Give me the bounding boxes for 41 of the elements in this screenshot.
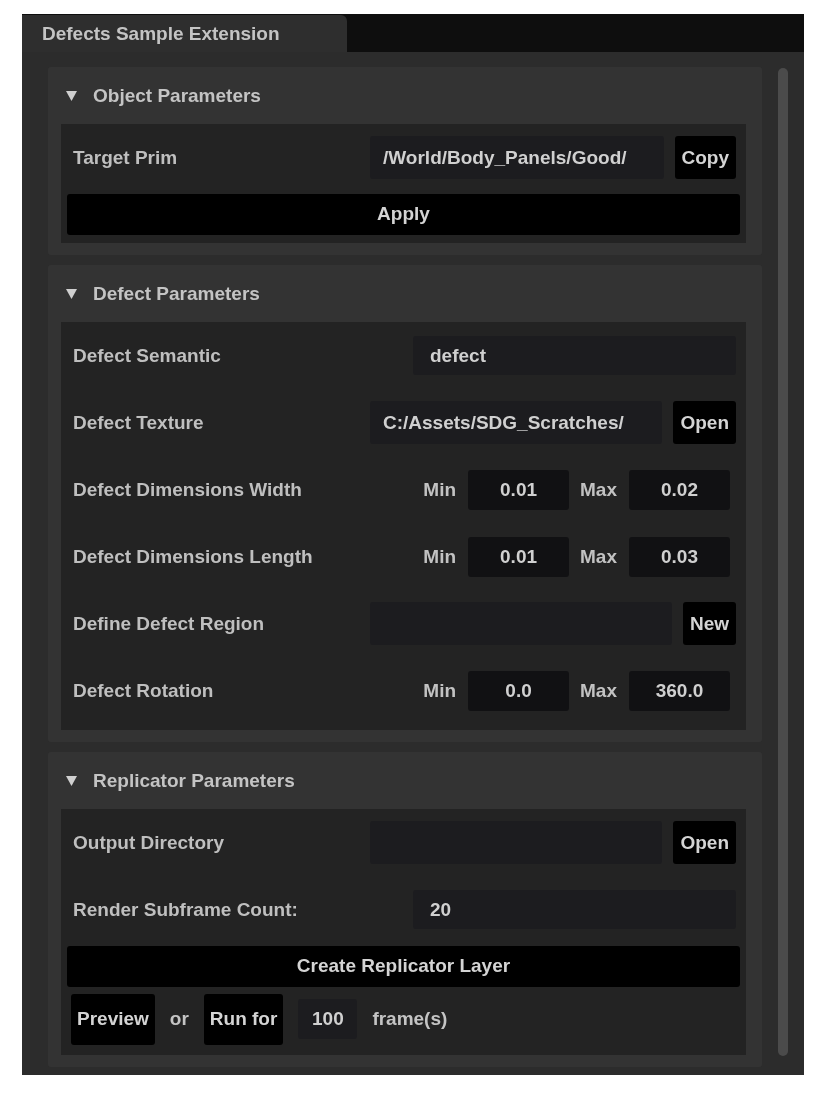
field-label: Defect Rotation (73, 679, 215, 702)
action-button[interactable]: Run for (203, 993, 284, 1045)
max-label: Max (580, 545, 617, 568)
action-button[interactable]: Open (673, 401, 736, 444)
text-field[interactable]: 20 (413, 890, 736, 929)
max-label: Max (580, 478, 617, 501)
action-button[interactable]: Preview (71, 993, 155, 1045)
action-button[interactable]: Open (673, 821, 736, 864)
field-label: Defect Dimensions Length (73, 545, 314, 568)
min-label: Min (423, 545, 457, 568)
field-label: Defect Dimensions Width (73, 478, 303, 501)
number-field[interactable]: 0.01 (468, 469, 570, 510)
action-button[interactable]: Apply (67, 193, 740, 235)
path-field[interactable]: C:/Assets/SDG_Scratches/ (370, 401, 663, 444)
action-button[interactable]: Copy (674, 136, 736, 179)
field-label: Output Directory (73, 831, 225, 854)
section-header[interactable]: Object Parameters (61, 67, 746, 124)
panel-tab[interactable]: Defects Sample Extension (22, 15, 347, 52)
scrollbar-thumb[interactable] (778, 68, 788, 1056)
inline-text: or (169, 1008, 189, 1030)
action-button[interactable]: New (682, 602, 736, 645)
field-label: Defect Semantic (73, 344, 222, 367)
text-field[interactable]: defect (413, 336, 736, 375)
number-field[interactable]: 360.0 (629, 670, 730, 711)
number-field[interactable]: 0.01 (468, 536, 570, 577)
section-header[interactable]: Defect Parameters (61, 265, 746, 322)
number-field[interactable]: 0.03 (629, 536, 730, 577)
field-label: Defect Texture (73, 411, 205, 434)
number-field[interactable]: 0.02 (629, 469, 730, 510)
field-label: Target Prim (73, 146, 179, 169)
field-label: Render Subframe Count: (73, 898, 299, 921)
section-header[interactable]: Replicator Parameters (61, 752, 746, 809)
min-label: Min (423, 478, 457, 501)
field-label: Define Defect Region (73, 612, 266, 635)
action-button[interactable]: Create Replicator Layer (67, 945, 740, 987)
path-field[interactable]: /World/Body_Panels/Good/ (370, 136, 664, 179)
max-label: Max (580, 679, 617, 702)
number-field[interactable]: 0.0 (468, 670, 570, 711)
number-field[interactable]: 100 (298, 999, 358, 1039)
inline-text: frame(s) (372, 1008, 448, 1030)
min-label: Min (423, 679, 457, 702)
